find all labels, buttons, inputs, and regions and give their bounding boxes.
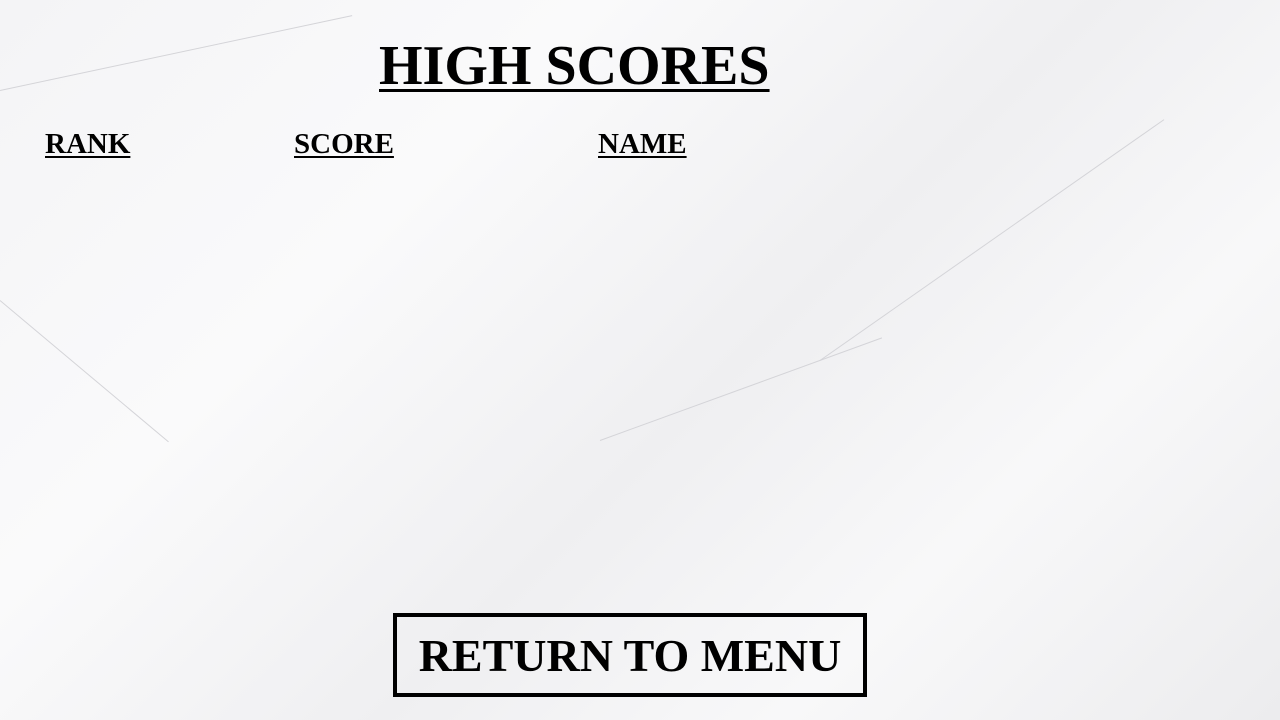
marble-vein xyxy=(599,337,883,441)
column-header-name: NAME xyxy=(598,128,687,160)
page-title: HIGH SCORES xyxy=(379,35,770,97)
marble-vein xyxy=(0,15,353,91)
return-to-menu-button[interactable]: RETURN TO MENU xyxy=(393,613,867,697)
column-header-rank: RANK xyxy=(45,128,131,160)
marble-vein xyxy=(0,300,169,443)
column-header-score: SCORE xyxy=(294,128,394,160)
marble-vein xyxy=(819,119,1165,361)
